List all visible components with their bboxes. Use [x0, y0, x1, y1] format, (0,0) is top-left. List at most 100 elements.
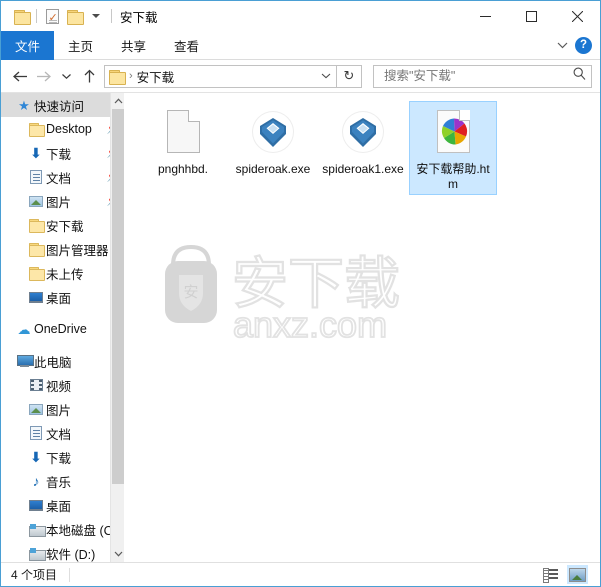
- sidebar-item-local-disk-c[interactable]: 本地磁盘 (C: [1, 517, 124, 541]
- star-icon: ★: [18, 97, 30, 113]
- file-grid: pnghhbd. spideroak.exe spideroak1.exe 安下…: [125, 93, 600, 195]
- properties-icon[interactable]: ✓: [41, 5, 63, 27]
- breadcrumb-separator: ›: [129, 70, 133, 82]
- sidebar-item-label: 此电脑: [34, 355, 72, 370]
- sidebar-item-label: 软件 (D:): [46, 547, 96, 562]
- download-icon: ⬇: [30, 145, 42, 161]
- sidebar-item-onedrive[interactable]: ☁ OneDrive: [1, 317, 124, 341]
- watermark: 安 安下载 anxz.com: [161, 227, 451, 347]
- sidebar-item-desktop-en[interactable]: Desktop 📌: [1, 117, 124, 141]
- large-icons-view-button[interactable]: [567, 565, 588, 584]
- sidebar-item-pictures[interactable]: 图片 📌: [1, 189, 124, 213]
- chevron-down-icon[interactable]: [111, 546, 124, 562]
- quick-access-toolbar: ✓ 安下载: [1, 5, 158, 27]
- qat-divider-2: [111, 9, 112, 23]
- chevron-down-icon[interactable]: [317, 66, 335, 87]
- title-bar: ✓ 安下载: [1, 1, 600, 31]
- sidebar-item-downloads-pc[interactable]: ⬇ 下载: [1, 445, 124, 469]
- folder-icon: [109, 69, 126, 85]
- navigation-pane: ★ 快速访问 Desktop 📌 ⬇ 下载 📌 文档 📌 图片: [1, 93, 125, 562]
- folder-icon: [26, 215, 46, 235]
- tab-file[interactable]: 文件: [1, 31, 55, 60]
- sidebar-item-documents[interactable]: 文档 📌: [1, 165, 124, 189]
- minimize-button[interactable]: [462, 1, 508, 31]
- file-item-pnghhbd[interactable]: pnghhbd.: [139, 101, 227, 195]
- status-bar: 4 个项目: [1, 562, 600, 586]
- sidebar-item-label: 快速访问: [34, 99, 85, 114]
- sidebar-item-not-uploaded[interactable]: 未上传: [1, 261, 124, 285]
- qat-divider: [36, 9, 37, 23]
- sidebar-item-label: 安下载: [46, 219, 84, 234]
- sidebar-item-desktop-pc[interactable]: 桌面: [1, 493, 124, 517]
- file-name: spideroak1.exe: [322, 162, 404, 176]
- chevron-up-icon[interactable]: [111, 93, 124, 109]
- sidebar-item-pictures-pc[interactable]: 图片: [1, 397, 124, 421]
- pictures-icon: [26, 191, 46, 211]
- sidebar-item-label: 下载: [46, 451, 72, 466]
- sidebar-item-label: 文档: [46, 171, 72, 186]
- back-button[interactable]: [9, 65, 32, 88]
- help-icon[interactable]: ?: [575, 36, 592, 54]
- up-button[interactable]: [78, 65, 101, 88]
- desktop-icon: [26, 287, 46, 307]
- chevron-down-icon[interactable]: [551, 34, 573, 56]
- sidebar-item-label: 图片管理器: [46, 243, 109, 258]
- search-input[interactable]: [382, 68, 571, 84]
- sidebar-item-documents-pc[interactable]: 文档: [1, 421, 124, 445]
- chevron-down-icon[interactable]: [85, 5, 107, 27]
- svg-text:安下载: 安下载: [232, 252, 400, 317]
- sidebar-item-label: 文档: [46, 427, 72, 442]
- drive-icon: [26, 519, 46, 539]
- pictures-icon: [26, 399, 46, 419]
- search-box[interactable]: [373, 64, 592, 88]
- recent-locations-button[interactable]: [55, 65, 78, 88]
- sidebar-item-anxiazai[interactable]: 安下载: [1, 213, 124, 237]
- file-name: pnghhbd.: [157, 162, 209, 176]
- spideroak-icon: [249, 108, 297, 156]
- maximize-button[interactable]: [508, 1, 554, 31]
- html-document-icon: [429, 108, 477, 156]
- sidebar-scrollbar[interactable]: [110, 93, 124, 562]
- sidebar-item-desktop[interactable]: 桌面: [1, 285, 124, 309]
- sidebar-item-music[interactable]: ♪ 音乐: [1, 469, 124, 493]
- forward-button[interactable]: [32, 65, 55, 88]
- new-folder-icon[interactable]: [63, 5, 85, 27]
- explorer-content: ★ 快速访问 Desktop 📌 ⬇ 下载 📌 文档 📌 图片: [1, 93, 600, 562]
- breadcrumb[interactable]: › 安下载: [104, 64, 337, 88]
- tab-home[interactable]: 主页: [54, 31, 107, 60]
- refresh-button[interactable]: ↻: [337, 64, 362, 88]
- sidebar-item-this-pc[interactable]: 此电脑: [1, 349, 124, 373]
- computer-icon: [14, 351, 34, 371]
- sidebar-item-software-d[interactable]: 软件 (D:): [1, 541, 124, 562]
- file-item-spideroak-exe[interactable]: spideroak.exe: [229, 101, 317, 195]
- breadcrumb-current[interactable]: 安下载: [137, 67, 175, 86]
- ribbon-right-controls: ?: [551, 31, 600, 59]
- file-item-anxiazai-help-htm[interactable]: 安下载帮助.htm: [409, 101, 497, 195]
- search-icon[interactable]: [571, 67, 587, 85]
- scrollbar-thumb[interactable]: [112, 109, 124, 484]
- sidebar-item-label: 桌面: [46, 499, 72, 514]
- tab-view[interactable]: 查看: [160, 31, 213, 60]
- file-list-view[interactable]: 安 安下载 anxz.com pnghhbd. spideroak.exe sp…: [125, 93, 600, 562]
- file-item-spideroak1-exe[interactable]: spideroak1.exe: [319, 101, 407, 195]
- tab-share[interactable]: 共享: [107, 31, 160, 60]
- sidebar-item-videos[interactable]: 视频: [1, 373, 124, 397]
- sidebar-item-quick-access[interactable]: ★ 快速访问: [1, 93, 124, 117]
- sidebar-item-label: 音乐: [46, 475, 72, 490]
- sidebar-item-label: OneDrive: [34, 322, 87, 336]
- details-view-button[interactable]: [540, 565, 561, 584]
- video-icon: [26, 375, 46, 395]
- download-icon: ⬇: [30, 449, 42, 465]
- sidebar-item-downloads[interactable]: ⬇ 下载 📌: [1, 141, 124, 165]
- close-button[interactable]: [554, 1, 600, 31]
- music-icon: ♪: [32, 473, 40, 489]
- sidebar-item-label: 未上传: [46, 267, 84, 282]
- sidebar-item-label: 视频: [46, 379, 72, 394]
- window-title: 安下载: [120, 10, 158, 25]
- folder-icon[interactable]: [10, 5, 32, 27]
- documents-icon: [26, 423, 46, 443]
- sidebar-item-picture-manager[interactable]: 图片管理器: [1, 237, 124, 261]
- folder-icon: [26, 119, 46, 139]
- cloud-icon: ☁: [17, 321, 31, 337]
